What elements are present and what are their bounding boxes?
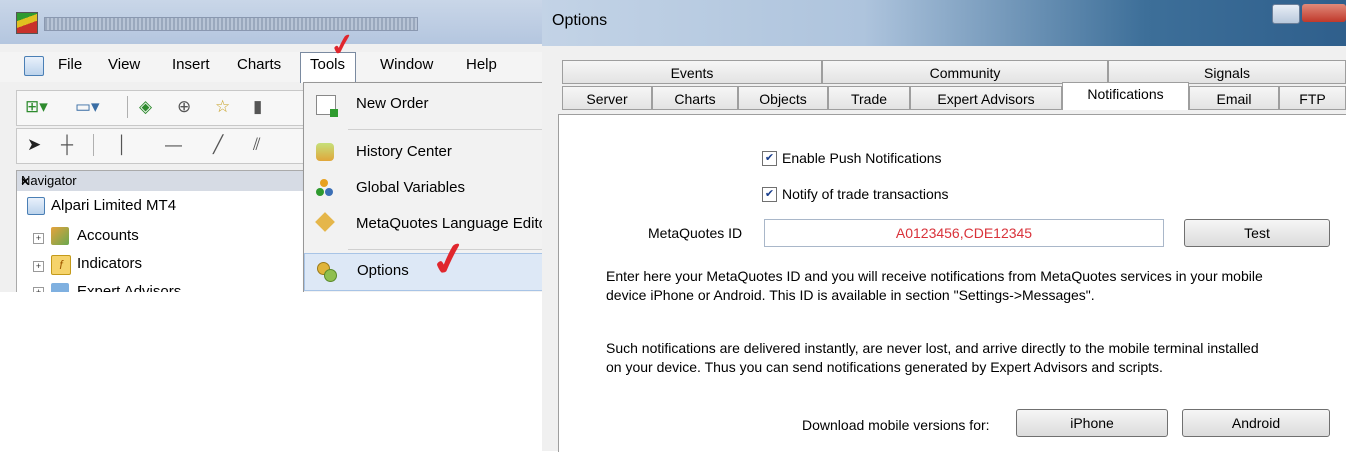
enable-push-checkbox[interactable]: ✔ [762,151,777,166]
metaquotes-id-label: MetaQuotes ID [648,225,743,241]
tab-email[interactable]: Email [1189,86,1279,110]
standard-toolbar: ⊞▾ ▭▾ ◈ ⊕ ☆ ▮ [16,90,304,126]
navigator-panel: Navigator × Alpari Limited MT4 + Account… [16,170,304,292]
trendline-icon[interactable]: ╱ [213,135,223,155]
terminal-icon[interactable]: ▮ [253,97,262,117]
profiles-icon[interactable]: ▭▾ [75,97,100,117]
metaquotes-id-input[interactable]: A0123456,CDE12345 [764,219,1164,247]
menu-insert[interactable]: Insert [172,56,210,73]
menu-item-new-order[interactable]: New Order [304,87,542,121]
accounts-icon [51,227,69,245]
mt4-title-text-redacted [44,17,418,31]
tab-charts[interactable]: Charts [652,86,738,110]
id-help-text: Enter here your MetaQuotes ID and you wi… [606,268,1263,303]
mt4-logo-icon [16,12,38,34]
delivery-info-text: Such notifications are delivered instant… [606,340,1259,375]
download-label: Download mobile versions for: [802,417,990,433]
indicators-icon: f [51,255,71,275]
close-icon[interactable] [1302,4,1346,22]
dialog-title-bar: Options [542,0,1346,46]
market-watch-icon[interactable]: ◈ [139,97,152,117]
global-variables-icon [316,179,334,197]
options-icon [317,262,337,282]
menu-view[interactable]: View [108,56,140,73]
line-studies-toolbar: ➤ ┼ │ — ╱ ⫽ [16,128,304,164]
expand-icon[interactable]: + [33,233,44,244]
annotation-check-icon: ✓ [327,27,358,64]
tab-expert-advisors[interactable]: Expert Advisors [910,86,1062,110]
expand-icon[interactable]: + [33,287,44,292]
navigator-icon[interactable]: ☆ [215,97,230,117]
menu-item-global-variables[interactable]: Global Variables [304,171,542,205]
expert-advisors-icon [51,283,69,292]
tab-trade[interactable]: Trade [828,86,910,110]
menu-window[interactable]: Window [380,56,433,73]
metaeditor-icon [315,212,335,232]
help-icon[interactable] [1272,4,1300,24]
mt4-title-bar [0,0,542,44]
navigator-item-indicators[interactable]: Indicators [77,255,142,272]
navigator-item-accounts[interactable]: Accounts [77,227,139,244]
menu-item-options[interactable]: Options [304,253,542,291]
menu-item-metaeditor[interactable]: MetaQuotes Language Editor [304,207,542,241]
android-button[interactable]: Android [1182,409,1330,437]
tools-dropdown-menu: New Order History Center Global Variable… [303,82,542,292]
enable-push-label: Enable Push Notifications [782,150,942,166]
terminal-menu-icon[interactable] [24,56,44,76]
new-chart-icon[interactable]: ⊞▾ [25,97,48,117]
tab-community[interactable]: Community [822,60,1108,84]
tab-objects[interactable]: Objects [738,86,828,110]
data-window-icon[interactable]: ⊕ [177,97,191,117]
crosshair-icon[interactable]: ┼ [61,135,73,155]
test-button[interactable]: Test [1184,219,1330,247]
navigator-root[interactable]: Alpari Limited MT4 [51,197,176,214]
navigator-item-expert-advisors[interactable]: Expert Advisors [77,283,181,292]
tab-server[interactable]: Server [562,86,652,110]
notify-trade-label: Notify of trade transactions [782,186,949,202]
tab-ftp[interactable]: FTP [1279,86,1346,110]
tab-events[interactable]: Events [562,60,822,84]
iphone-button[interactable]: iPhone [1016,409,1168,437]
new-order-icon [316,95,338,117]
terminal-root-icon [27,197,45,215]
dialog-title: Options [552,12,608,29]
mt4-window: File View Insert Charts Tools Window Hel… [0,0,543,292]
navigator-close-icon[interactable]: × [21,173,295,189]
menu-charts[interactable]: Charts [237,56,281,73]
tab-signals[interactable]: Signals [1108,60,1346,84]
history-center-icon [316,143,334,161]
notify-trade-checkbox[interactable]: ✔ [762,187,777,202]
horizontal-line-icon[interactable]: — [165,135,182,155]
expand-icon[interactable]: + [33,261,44,272]
equidistant-channel-icon[interactable]: ⫽ [253,135,261,155]
menu-item-history-center[interactable]: History Center [304,135,542,169]
menu-help[interactable]: Help [466,56,497,73]
menu-file[interactable]: File [58,56,82,73]
cursor-icon[interactable]: ➤ [27,135,41,155]
tab-notifications[interactable]: Notifications [1062,82,1189,110]
navigator-header: Navigator × [17,171,303,191]
vertical-line-icon[interactable]: │ [117,135,128,155]
